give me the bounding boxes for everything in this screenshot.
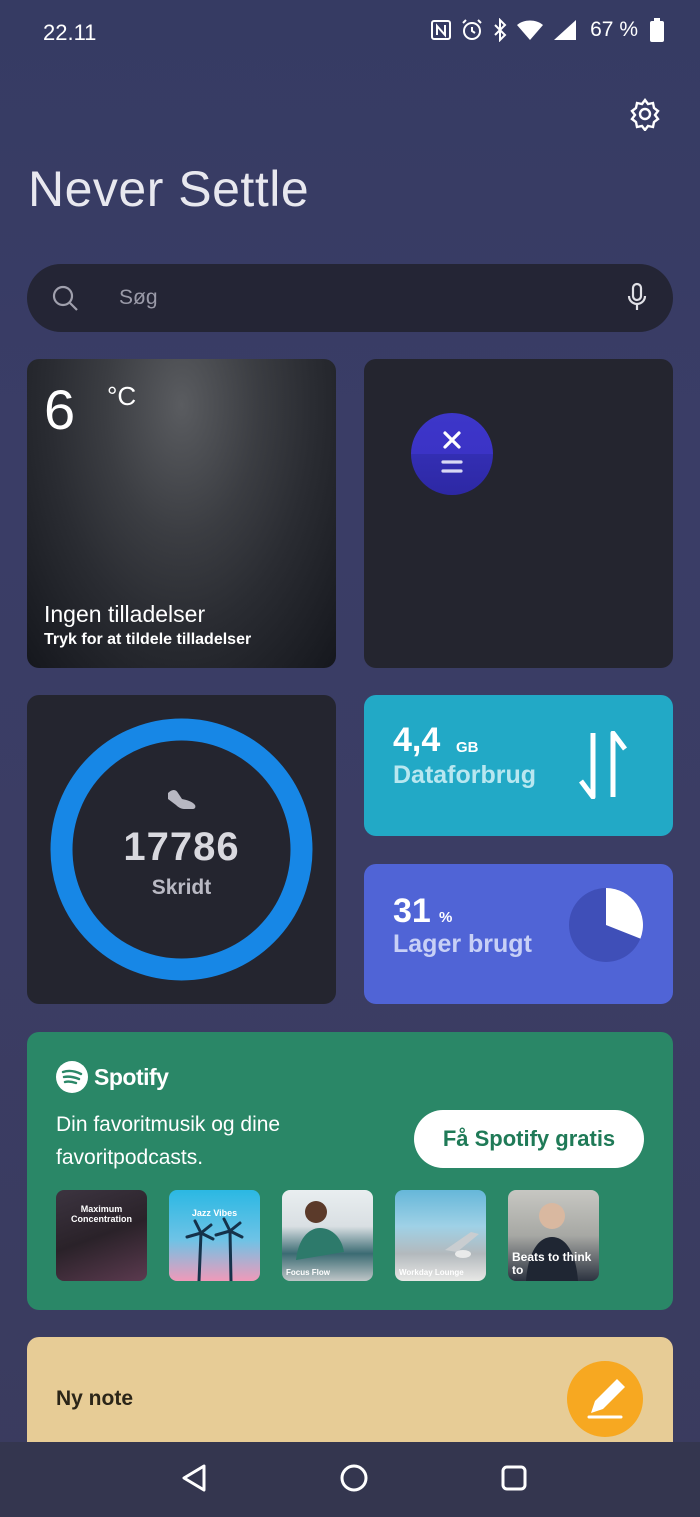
- playlist-tile[interactable]: Jazz Vibes: [169, 1190, 260, 1281]
- playlist-row: Maximum Concentration Jazz Vibes Focus F…: [56, 1190, 599, 1281]
- back-icon[interactable]: [178, 1462, 210, 1494]
- alarm-icon: [462, 19, 482, 40]
- calculator-icon: [441, 431, 463, 473]
- get-spotify-button[interactable]: Få Spotify gratis: [414, 1110, 644, 1168]
- page-title: Never Settle: [28, 161, 310, 217]
- spotify-brand: Spotify: [94, 1063, 169, 1090]
- playlist-title: Workday Lounge: [399, 1268, 464, 1277]
- battery-percent: 67 %: [590, 18, 638, 41]
- pencil-icon: [587, 1379, 625, 1419]
- clock: 22.11: [43, 20, 97, 45]
- wifi-icon: [517, 20, 544, 40]
- spotify-widget[interactable]: Spotify Din favoritmusik og dine favorit…: [27, 1032, 673, 1310]
- recents-icon[interactable]: [498, 1462, 530, 1494]
- data-usage-label: Dataforbrug: [393, 761, 537, 789]
- step-count: 17786: [123, 825, 240, 869]
- playlist-title: Maximum Concentration: [70, 1204, 132, 1224]
- palm-tree-image: [185, 1217, 244, 1281]
- data-usage-unit: GB: [456, 739, 479, 756]
- storage-pie: [569, 888, 643, 962]
- playlist-tile[interactable]: Beats to think to: [508, 1190, 599, 1281]
- data-usage-value: 4,4: [393, 721, 441, 759]
- weather-widget[interactable]: 6 °C Ingen tilladelser Tryk for at tilde…: [27, 359, 336, 668]
- spotify-description: Din favoritmusik og dine favoritpodcasts…: [56, 1113, 281, 1169]
- new-note-label: Ny note: [56, 1387, 134, 1410]
- status-icons: 67 %: [430, 18, 664, 42]
- spotify-logo: Spotify: [56, 1061, 169, 1093]
- playlist-tile[interactable]: Maximum Concentration: [56, 1190, 147, 1281]
- nfc-icon: [431, 20, 452, 40]
- search-bar[interactable]: Søg: [27, 264, 673, 332]
- storage-label: Lager brugt: [393, 930, 532, 958]
- steps-widget[interactable]: 17786 Skridt: [27, 695, 336, 1004]
- spotify-icon: [56, 1061, 88, 1093]
- navigation-bar: [0, 1442, 700, 1517]
- weather-subtitle: Tryk for at tildele tilladelser: [44, 631, 252, 648]
- search-icon: [52, 285, 78, 311]
- microphone-icon[interactable]: [627, 282, 647, 314]
- playlist-title: Focus Flow: [286, 1268, 330, 1277]
- temperature-unit: °C: [107, 381, 137, 411]
- status-bar: 22.11 67 %: [0, 0, 700, 64]
- storage-unit: %: [439, 909, 453, 926]
- data-usage-widget[interactable]: 4,4 GB Dataforbrug: [364, 695, 673, 836]
- bluetooth-icon: [494, 18, 507, 42]
- step-label: Skridt: [151, 876, 212, 899]
- playlist-title: Beats to think to: [512, 1250, 592, 1277]
- settings-gear-icon[interactable]: [628, 97, 662, 132]
- calculator-button[interactable]: [411, 413, 493, 495]
- transfer-arrows-icon: [579, 731, 627, 799]
- battery-icon: [650, 18, 664, 42]
- signal-icon: [554, 20, 577, 40]
- shoe-icon: [168, 790, 196, 809]
- search-placeholder[interactable]: Søg: [119, 286, 158, 310]
- storage-widget[interactable]: 31 % Lager brugt: [364, 864, 673, 1004]
- playlist-tile[interactable]: Focus Flow: [282, 1190, 373, 1281]
- weather-title: Ingen tilladelser: [44, 601, 206, 627]
- calculator-widget[interactable]: [364, 359, 673, 668]
- new-note-button[interactable]: [567, 1361, 643, 1437]
- temperature: 6: [44, 378, 76, 441]
- home-icon[interactable]: [338, 1462, 370, 1494]
- storage-value: 31: [393, 892, 431, 930]
- playlist-tile[interactable]: Workday Lounge: [395, 1190, 486, 1281]
